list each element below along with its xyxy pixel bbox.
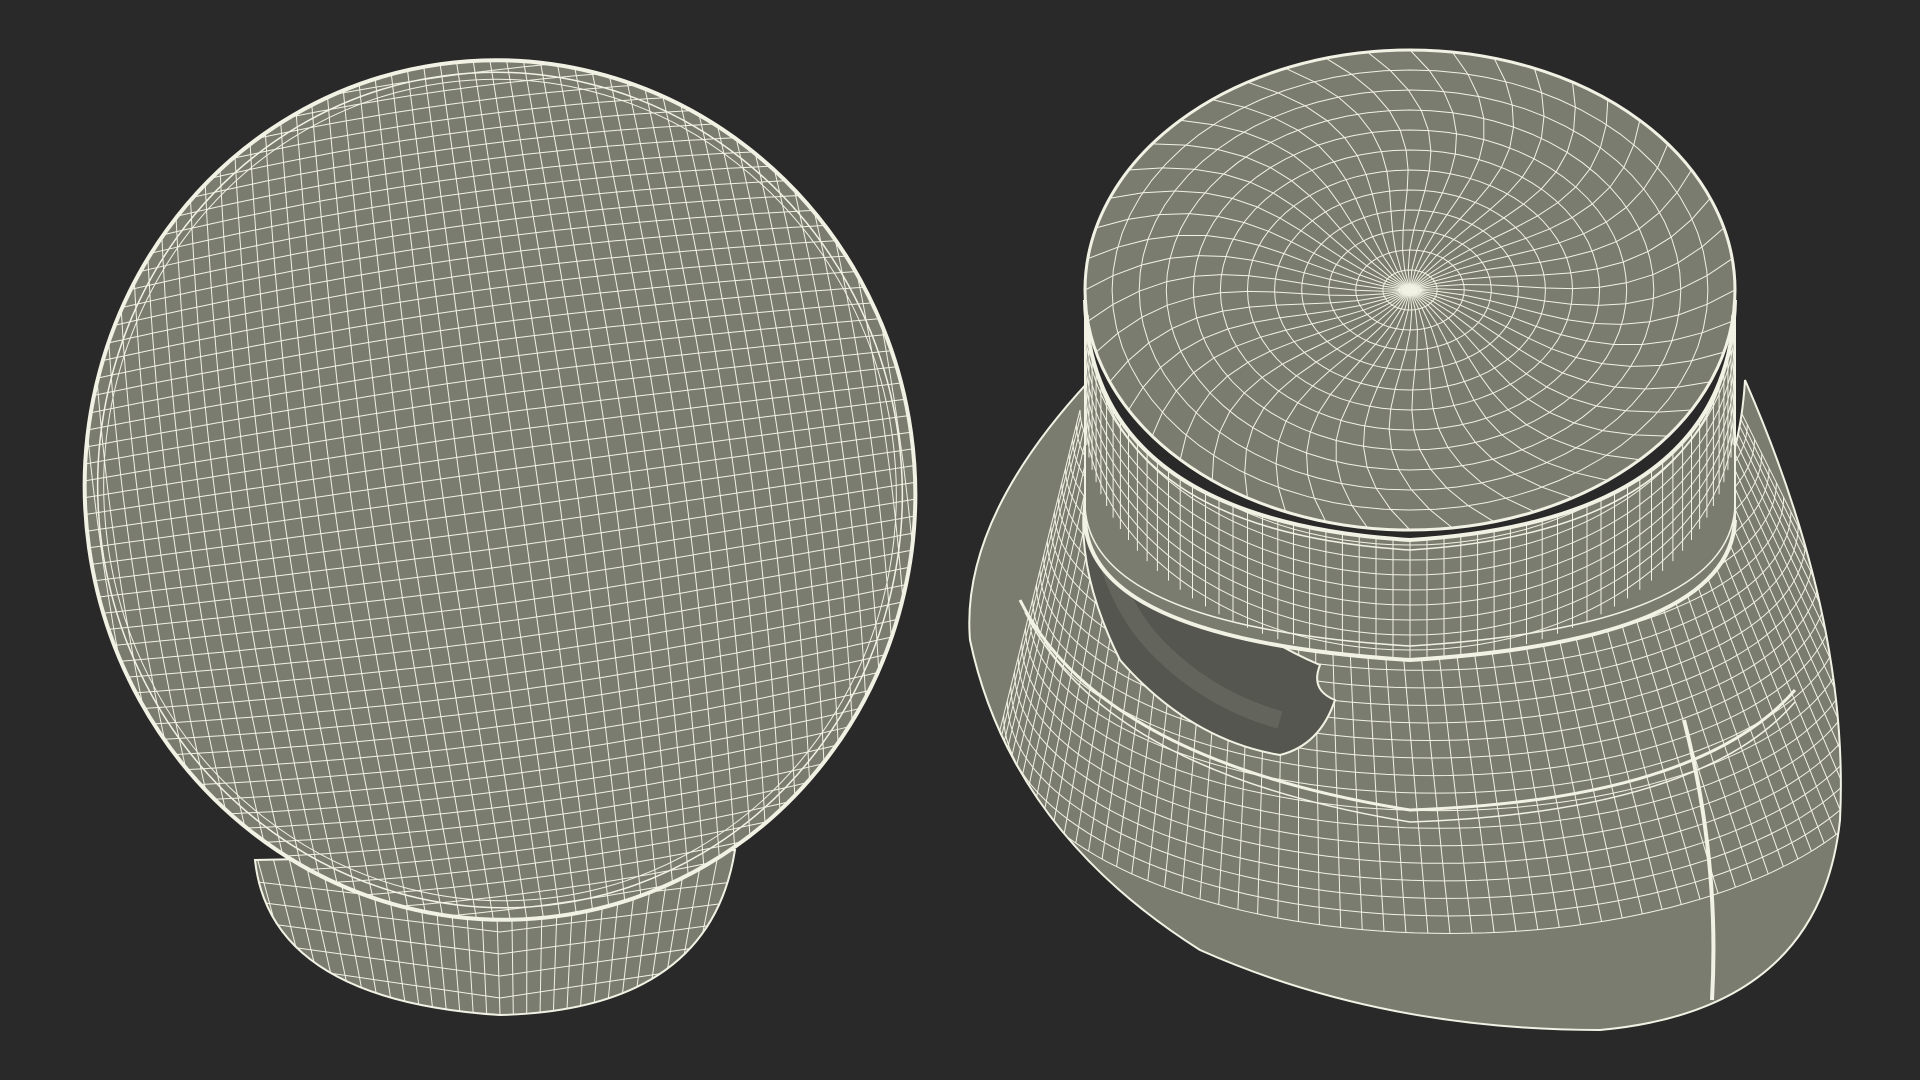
earbud-disc-left [29, 6, 971, 974]
render-viewport [0, 0, 1920, 1080]
wireframe-render [29, 6, 1842, 1032]
earbud-cap-right [1083, 48, 1737, 551]
